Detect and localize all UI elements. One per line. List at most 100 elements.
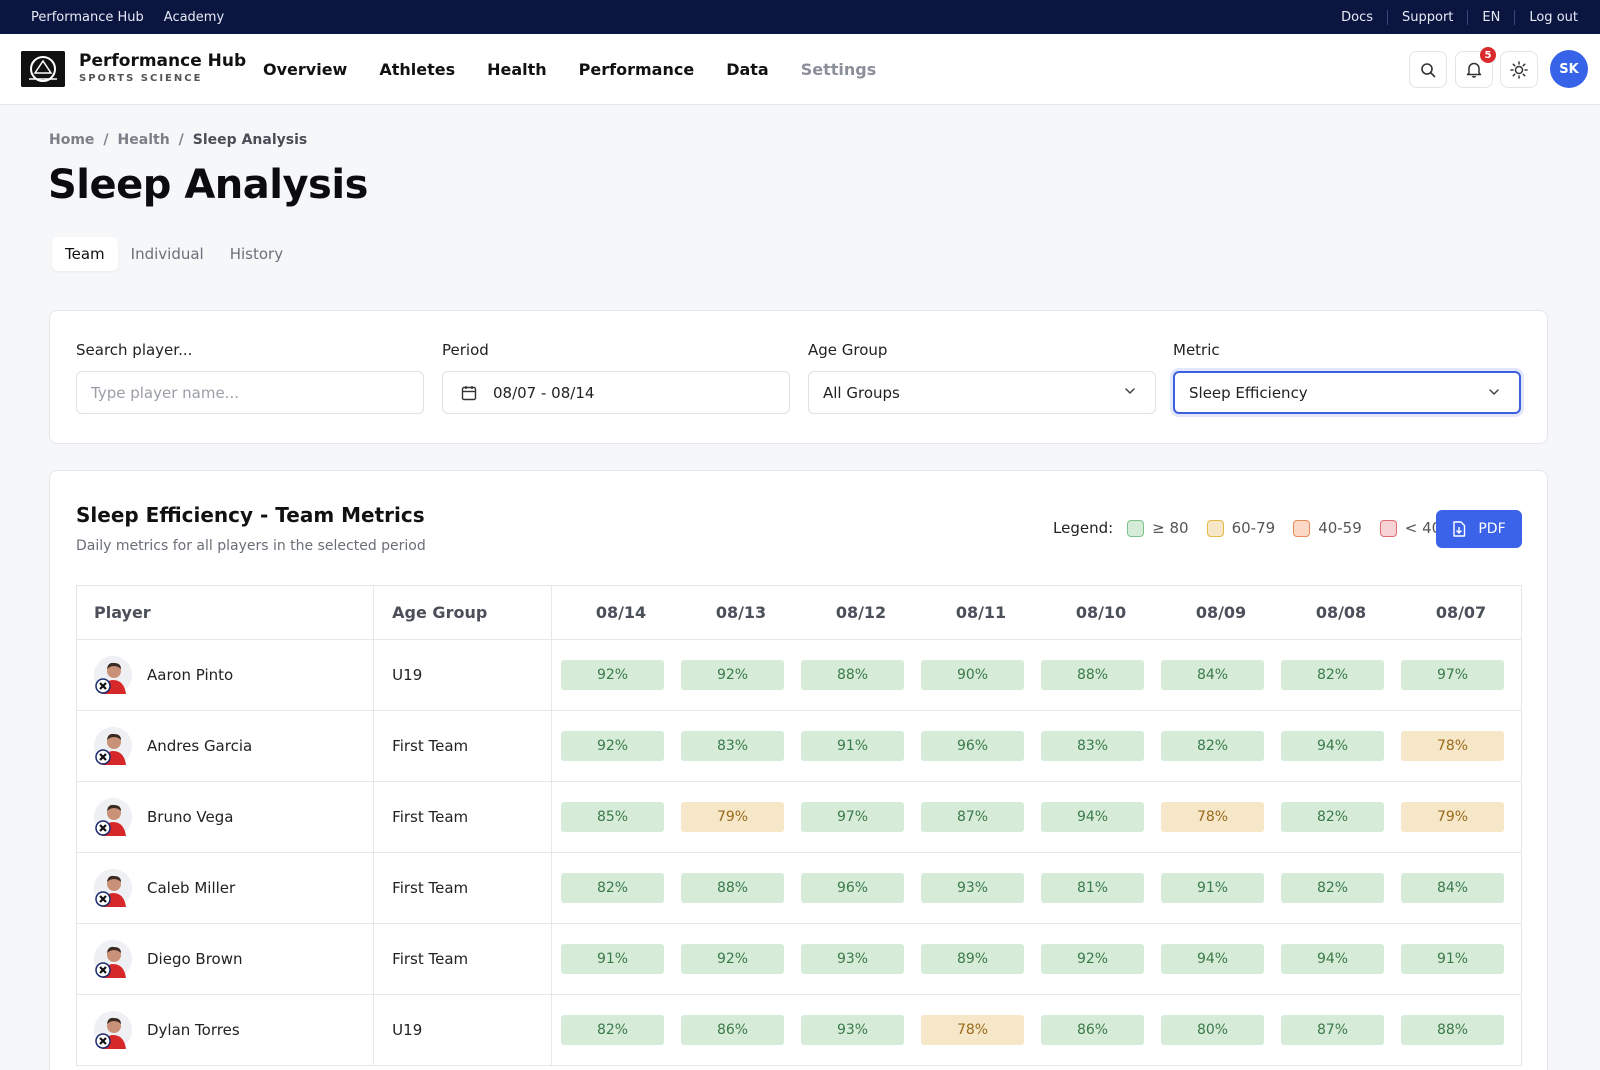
topbar-link-docs[interactable]: Docs [1327, 10, 1387, 25]
metric-cell[interactable]: 82% [1161, 731, 1264, 761]
table-row[interactable]: Dylan Torres U19 82% 86% 93% 78% 86% 80% 87% 88% [77, 995, 1521, 1066]
metric-select[interactable]: Sleep Efficiency [1173, 371, 1521, 414]
topbar-link-performance-hub[interactable]: Performance Hub [31, 10, 144, 25]
metric-cell[interactable]: 92% [681, 944, 784, 974]
tab-history[interactable]: History [217, 237, 296, 271]
metric-cell[interactable]: 86% [1041, 1015, 1144, 1045]
player-avatar [94, 727, 132, 765]
header-player[interactable]: Player [77, 586, 375, 639]
metric-cell[interactable]: 96% [801, 873, 904, 903]
metric-cell[interactable]: 91% [561, 944, 664, 974]
table-row[interactable]: Diego Brown First Team 91% 92% 93% 89% 92% 94% 9… [77, 924, 1521, 995]
legend-label: Legend: [1053, 519, 1114, 537]
topbar-link-academy[interactable]: Academy [164, 10, 224, 25]
metric-value: Sleep Efficiency [1189, 383, 1308, 402]
metric-cell[interactable]: 83% [681, 731, 784, 761]
topbar-link-support[interactable]: Support [1387, 9, 1467, 25]
metric-cell[interactable]: 84% [1401, 873, 1504, 903]
theme-toggle-button[interactable] [1500, 51, 1538, 88]
language-switch[interactable]: EN [1467, 9, 1514, 25]
metric-cell[interactable]: 81% [1041, 873, 1144, 903]
metric-cell[interactable]: 80% [1161, 1015, 1264, 1045]
player-name[interactable]: Caleb Miller [147, 879, 235, 897]
metric-cell[interactable]: 94% [1041, 802, 1144, 832]
player-name[interactable]: Bruno Vega [147, 808, 233, 826]
metric-cell[interactable]: 79% [1401, 802, 1504, 832]
header-date[interactable]: 08/08 [1281, 603, 1401, 622]
metric-cell[interactable]: 93% [801, 1015, 904, 1045]
nav-settings[interactable]: Settings [801, 60, 877, 79]
user-avatar[interactable]: SK [1550, 50, 1588, 88]
metric-cell[interactable]: 88% [801, 660, 904, 690]
metric-cell[interactable]: 85% [561, 802, 664, 832]
metric-cell[interactable]: 92% [681, 660, 784, 690]
table-row[interactable]: Andres Garcia First Team 92% 83% 91% 96% 83% 82… [77, 711, 1521, 782]
metric-cell[interactable]: 94% [1281, 731, 1384, 761]
table-row[interactable]: Aaron Pinto U19 92% 92% 88% 90% 88% 84% 82% 97% [77, 640, 1521, 711]
tab-team[interactable]: Team [52, 237, 118, 271]
tab-individual[interactable]: Individual [118, 237, 217, 271]
metric-cell[interactable]: 92% [561, 731, 664, 761]
metric-cell[interactable]: 91% [1401, 944, 1504, 974]
table-row[interactable]: Caleb Miller First Team 82% 88% 96% 93% 81% 91%… [77, 853, 1521, 924]
metric-cell[interactable]: 94% [1281, 944, 1384, 974]
search-input[interactable]: Type player name... [76, 371, 424, 414]
nav-athletes[interactable]: Athletes [379, 60, 455, 79]
export-pdf-button[interactable]: PDF [1436, 510, 1522, 548]
search-button[interactable] [1409, 51, 1447, 88]
player-name[interactable]: Aaron Pinto [147, 666, 233, 684]
logout-link[interactable]: Log out [1514, 9, 1578, 25]
age-group-select[interactable]: All Groups [808, 371, 1156, 414]
metric-cell[interactable]: 82% [1281, 660, 1384, 690]
header-date[interactable]: 08/07 [1401, 603, 1521, 622]
nav-overview[interactable]: Overview [263, 60, 347, 79]
metric-cell[interactable]: 88% [1041, 660, 1144, 690]
metric-cell[interactable]: 84% [1161, 660, 1264, 690]
table-row[interactable]: Bruno Vega First Team 85% 79% 97% 87% 94% 78% 82… [77, 782, 1521, 853]
metric-cell[interactable]: 86% [681, 1015, 784, 1045]
metric-cell[interactable]: 82% [1281, 802, 1384, 832]
metric-cell[interactable]: 93% [801, 944, 904, 974]
metric-cell[interactable]: 87% [1281, 1015, 1384, 1045]
metric-cell[interactable]: 78% [921, 1015, 1024, 1045]
header-date[interactable]: 08/11 [921, 603, 1041, 622]
metric-cell[interactable]: 92% [561, 660, 664, 690]
metric-cell[interactable]: 91% [1161, 873, 1264, 903]
metric-cell[interactable]: 93% [921, 873, 1024, 903]
header-date[interactable]: 08/12 [801, 603, 921, 622]
metric-cell[interactable]: 79% [681, 802, 784, 832]
period-picker[interactable]: 08/07 - 08/14 [442, 371, 790, 414]
nav-data[interactable]: Data [726, 60, 769, 79]
metric-cell[interactable]: 82% [561, 873, 664, 903]
player-name[interactable]: Dylan Torres [147, 1021, 240, 1039]
nav-performance[interactable]: Performance [579, 60, 695, 79]
metric-cell[interactable]: 88% [1401, 1015, 1504, 1045]
brand-logo[interactable] [21, 51, 65, 87]
metric-cell[interactable]: 83% [1041, 731, 1144, 761]
metric-cell[interactable]: 82% [561, 1015, 664, 1045]
player-name[interactable]: Diego Brown [147, 950, 243, 968]
metric-cell[interactable]: 78% [1161, 802, 1264, 832]
header-date[interactable]: 08/14 [561, 603, 681, 622]
top-bar: Performance Hub Academy Docs Support EN … [0, 0, 1600, 34]
metric-cell[interactable]: 97% [801, 802, 904, 832]
metric-cell[interactable]: 82% [1281, 873, 1384, 903]
metric-cell[interactable]: 96% [921, 731, 1024, 761]
nav-health[interactable]: Health [487, 60, 547, 79]
player-name[interactable]: Andres Garcia [147, 737, 252, 755]
header-date[interactable]: 08/13 [681, 603, 801, 622]
breadcrumb-health[interactable]: Health [118, 132, 170, 148]
metric-cell[interactable]: 91% [801, 731, 904, 761]
breadcrumb-home[interactable]: Home [49, 132, 94, 148]
metric-cell[interactable]: 89% [921, 944, 1024, 974]
metric-cell[interactable]: 78% [1401, 731, 1504, 761]
metric-cell[interactable]: 90% [921, 660, 1024, 690]
metric-cell[interactable]: 87% [921, 802, 1024, 832]
metric-cell[interactable]: 97% [1401, 660, 1504, 690]
header-date[interactable]: 08/10 [1041, 603, 1161, 622]
metric-cell[interactable]: 94% [1161, 944, 1264, 974]
header-age-group[interactable]: Age Group [374, 586, 552, 639]
metric-cell[interactable]: 92% [1041, 944, 1144, 974]
metric-cell[interactable]: 88% [681, 873, 784, 903]
header-date[interactable]: 08/09 [1161, 603, 1281, 622]
